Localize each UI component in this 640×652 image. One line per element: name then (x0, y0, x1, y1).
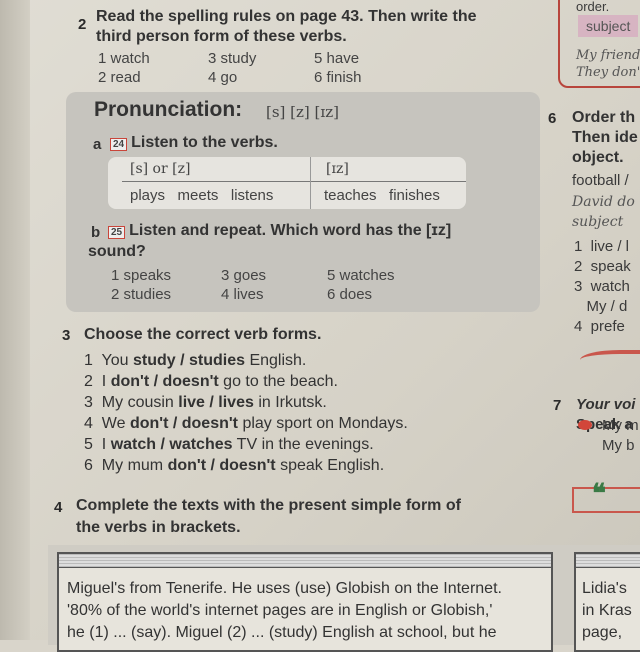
subject-label: subject (578, 15, 639, 37)
list-item: 3 study (208, 50, 257, 67)
exercise-7-number: 7 (553, 397, 562, 414)
exercise-2-title: Read the spelling rules on page 43. Then… (96, 8, 477, 25)
part-b-letter: b (91, 224, 101, 241)
exercise-2-number: 2 (78, 16, 87, 33)
exercise-6-example-answer: David do subject (572, 194, 635, 230)
pronunciation-title: Pronunciation: (94, 98, 243, 121)
grammar-example: They don't (576, 65, 640, 80)
part-a-text: Listen to the verbs. (131, 134, 278, 151)
list-item: 1 live / l (574, 238, 630, 255)
table-divider (122, 181, 466, 182)
miguel-text: Miguel's from Tenerife. He uses (use) Gl… (67, 580, 502, 641)
table-cell-iz: teaches finishes (324, 187, 440, 204)
list-item: 3 watch (574, 278, 630, 295)
list-item: 2 speak (574, 258, 631, 275)
list-item: 4 prefe (574, 318, 625, 335)
list-item: 3 goes (221, 267, 267, 284)
part-b-text-line2: sound? (88, 243, 146, 260)
table-cell-s-z: plays meets listens (130, 187, 274, 204)
table-header-s-z: [s] or [z] (130, 161, 191, 177)
list-item: 2 I don't / doesn't go to the beach. (84, 373, 338, 390)
part-a-letter: a (93, 136, 102, 153)
list-item: 5 have (314, 50, 360, 67)
list-item: 6 My mum don't / doesn't speak English. (84, 457, 385, 474)
exercise-3-title: Choose the correct verb forms. (84, 326, 322, 343)
text-window-miguel: Miguel's from Tenerife. He uses (use) Gl… (57, 552, 553, 652)
text-window-lidia: Lidia's in Kras page, (574, 552, 640, 652)
list-item: 5 watches (327, 267, 395, 284)
cd-track-25-icon: 25 (108, 226, 126, 239)
quote-box (572, 487, 640, 513)
list-item: 1 speaks (111, 267, 172, 284)
list-item: 5 I watch / watches TV in the evenings. (84, 436, 374, 453)
verb-sound-table: [s] or [z] [ɪz] plays meets listens teac… (108, 157, 466, 209)
part-b-list: 1 speaks 3 goes 5 watches 2 studies 4 lives… (111, 267, 427, 303)
list-item: 6 finish (314, 69, 362, 86)
list-item: 2 read (98, 69, 141, 86)
grammar-top-text: order. (576, 0, 610, 14)
list-item: 1 You study / studies English. (84, 352, 307, 369)
window-title-bar (576, 554, 640, 568)
table-header-iz: [ɪz] (326, 161, 349, 177)
exercise-4-title: Complete the texts with the present simp… (76, 497, 461, 514)
exercise-4-title-line2: the verbs in brackets. (76, 519, 241, 536)
cd-track-24-icon: 24 (110, 138, 128, 151)
pronunciation-sounds: [s] [z] [ɪz] (266, 103, 339, 121)
exercise-6-list: 1 live / l 2 speak 3 watch My / d 4 prefe (574, 237, 631, 337)
list-item: 4 lives (221, 286, 264, 303)
exercise-6-title: Order th Then ide object. (572, 109, 638, 166)
list-item: My / d (574, 298, 628, 315)
lidia-text: Lidia's in Kras page, (582, 580, 632, 641)
exercise-6-number: 6 (548, 110, 557, 127)
list-item: 4 We don't / doesn't play sport on Monda… (84, 415, 408, 432)
quote-marks-icon: ❝ (592, 478, 606, 508)
exercise-7-title: Your voi (576, 396, 636, 413)
part-b-instruction: 25 Listen and repeat. Which word has the … (108, 222, 451, 240)
window-title-bar (59, 554, 551, 568)
list-item: 2 studies (111, 286, 172, 303)
exercise-4-number: 4 (54, 499, 63, 516)
divider-swoosh (580, 350, 640, 370)
table-column-divider (310, 157, 311, 209)
list-item: 3 My cousin live / lives in Irkutsk. (84, 394, 327, 411)
part-a-instruction: 24 Listen to the verbs. (110, 134, 278, 152)
exercise-3-number: 3 (62, 327, 71, 344)
grammar-example: My friends (576, 48, 640, 63)
exercise-6-example: football / (572, 172, 629, 189)
list-item: 6 does (327, 286, 373, 303)
exercise-3-list: 1 You study / studies English. 2 I don't… (84, 350, 408, 476)
speech-bubble-icon (578, 420, 592, 430)
exercise-2-list: 1 watch 3 study 5 have 2 read 4 go 6 finish (98, 50, 414, 86)
list-item: 4 go (208, 69, 238, 86)
exercise-7-lines: My m My b (602, 417, 639, 454)
exercise-2-title-line2: third person form of these verbs. (96, 28, 347, 45)
part-b-text: Listen and repeat. Which word has the [ɪ… (129, 222, 452, 239)
page-gutter (0, 0, 30, 640)
list-item: 1 watch (98, 50, 150, 67)
